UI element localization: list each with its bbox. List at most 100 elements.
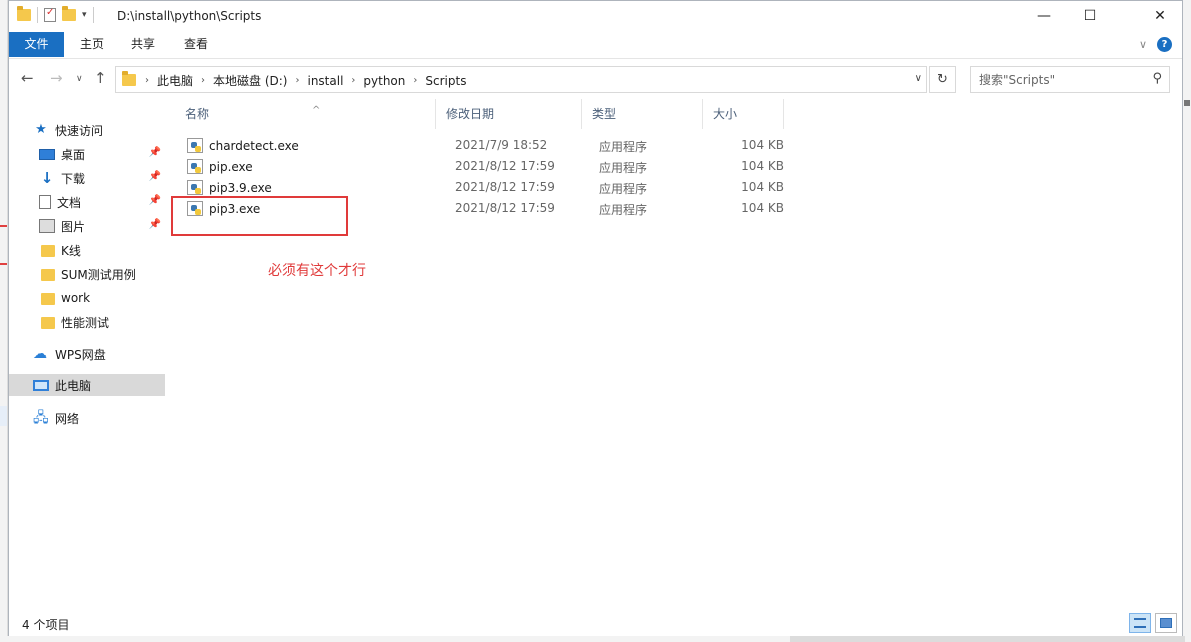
breadcrumb-this-pc[interactable]: 此电脑 bbox=[152, 72, 198, 89]
file-list-pane: ^ 名称 修改日期 类型 大小 chardetect.exe 2021/7/9 … bbox=[169, 99, 1182, 609]
address-history-chevron-down-icon[interactable]: ∨ bbox=[915, 73, 922, 84]
sidebar-item-wps-cloud[interactable]: ☁ WPS网盘 bbox=[9, 343, 165, 365]
pin-icon[interactable]: 📌 bbox=[149, 219, 161, 230]
sidebar-item-label: 文档 bbox=[57, 195, 82, 210]
column-header-label: 名称 bbox=[185, 107, 210, 121]
breadcrumb-install[interactable]: install bbox=[302, 74, 348, 88]
sidebar-item-desktop[interactable]: 桌面 📌 bbox=[9, 143, 165, 165]
column-header-name[interactable]: ^ 名称 bbox=[176, 99, 436, 129]
download-icon: ↓ bbox=[40, 169, 54, 187]
file-type: 应用程序 bbox=[599, 140, 648, 154]
picture-icon bbox=[39, 219, 55, 233]
sidebar-item-quick-access[interactable]: ★ 快速访问 bbox=[9, 119, 165, 141]
maximize-button[interactable]: ☐ bbox=[1067, 1, 1113, 31]
view-switcher bbox=[1129, 613, 1177, 633]
breadcrumb-local-disk[interactable]: 本地磁盘 (D:) bbox=[208, 72, 292, 89]
new-folder-icon[interactable] bbox=[62, 6, 76, 21]
large-icons-view-button[interactable] bbox=[1155, 613, 1177, 633]
sidebar-item-documents[interactable]: 文档 📌 bbox=[9, 191, 165, 213]
sidebar-item-sum-test-cases[interactable]: SUM测试用例 bbox=[9, 263, 165, 285]
search-input[interactable] bbox=[971, 67, 1141, 92]
sidebar-item-work[interactable]: work bbox=[9, 287, 165, 309]
chevron-right-icon[interactable]: › bbox=[292, 75, 302, 86]
separator bbox=[37, 7, 38, 23]
sidebar-item-label: SUM测试用例 bbox=[61, 267, 136, 282]
background-window-strip bbox=[0, 0, 8, 642]
sidebar-item-this-pc[interactable]: 此电脑 bbox=[9, 374, 165, 396]
forward-arrow-icon[interactable]: → bbox=[50, 69, 63, 87]
pin-icon[interactable]: 📌 bbox=[149, 147, 161, 158]
pin-icon[interactable]: 📌 bbox=[149, 171, 161, 182]
breadcrumb-scripts[interactable]: Scripts bbox=[420, 74, 471, 88]
chevron-right-icon[interactable]: › bbox=[348, 75, 358, 86]
sidebar-item-downloads[interactable]: ↓ 下载 📌 bbox=[9, 167, 165, 189]
folder-icon bbox=[41, 293, 55, 305]
network-icon: 🖧 bbox=[33, 410, 49, 426]
recent-locations-chevron-down-icon[interactable]: ∨ bbox=[76, 74, 83, 84]
file-explorer-window: ▾ D:\install\python\Scripts — ☐ ✕ 文件 主页 … bbox=[8, 0, 1183, 636]
python-exe-icon bbox=[187, 180, 203, 195]
breadcrumb: › 此电脑 › 本地磁盘 (D:) › install › python › S… bbox=[142, 72, 471, 89]
separator bbox=[92, 7, 94, 23]
sidebar-item-label: work bbox=[61, 291, 91, 305]
chevron-right-icon[interactable]: › bbox=[198, 75, 208, 86]
close-button[interactable]: ✕ bbox=[1137, 1, 1183, 31]
status-bar: 4 个项目 bbox=[9, 611, 1182, 636]
sidebar-item-k-line[interactable]: K线 bbox=[9, 239, 165, 261]
file-row[interactable]: pip.exe 2021/8/12 17:59 应用程序 104 KB bbox=[176, 156, 786, 177]
details-view-button[interactable] bbox=[1129, 613, 1151, 633]
file-size: 104 KB bbox=[741, 159, 784, 173]
background-scrollbar-thumb bbox=[790, 636, 1185, 642]
tab-view[interactable]: 查看 bbox=[170, 32, 222, 57]
cloud-icon: ☁ bbox=[33, 346, 47, 362]
help-icon[interactable]: ? bbox=[1157, 37, 1172, 52]
file-size: 104 KB bbox=[741, 138, 784, 152]
background-scrollbar bbox=[1183, 0, 1191, 642]
sidebar-item-pictures[interactable]: 图片 📌 bbox=[9, 215, 165, 237]
tab-file[interactable]: 文件 bbox=[9, 32, 64, 57]
sidebar-item-label: 桌面 bbox=[61, 147, 86, 162]
tab-share[interactable]: 共享 bbox=[117, 32, 169, 57]
file-type: 应用程序 bbox=[599, 182, 648, 196]
properties-icon[interactable] bbox=[44, 7, 56, 22]
refresh-button[interactable]: ↻ bbox=[929, 66, 956, 93]
pin-icon[interactable]: 📌 bbox=[149, 195, 161, 206]
file-date: 2021/8/12 17:59 bbox=[455, 159, 555, 173]
up-arrow-icon[interactable]: ↑ bbox=[94, 69, 107, 87]
computer-icon bbox=[33, 379, 49, 391]
file-row[interactable]: pip3.9.exe 2021/8/12 17:59 应用程序 104 KB bbox=[176, 177, 786, 198]
search-box[interactable]: ⚲ bbox=[970, 66, 1170, 93]
sidebar-item-performance-test[interactable]: 性能测试 bbox=[9, 311, 165, 333]
chevron-right-icon[interactable]: › bbox=[142, 75, 152, 86]
details-view-icon bbox=[1134, 618, 1146, 628]
sidebar-item-label: 快速访问 bbox=[55, 123, 104, 138]
tab-home[interactable]: 主页 bbox=[66, 32, 118, 57]
document-icon bbox=[39, 195, 51, 209]
file-name: pip3.9.exe bbox=[209, 180, 272, 195]
expand-ribbon-chevron-down-icon[interactable]: ∨ bbox=[1139, 38, 1147, 51]
back-arrow-icon[interactable]: ← bbox=[21, 69, 34, 87]
customize-toolbar-chevron-down-icon[interactable]: ▾ bbox=[82, 10, 87, 20]
minimize-button[interactable]: — bbox=[1021, 1, 1067, 31]
python-exe-icon bbox=[187, 159, 203, 174]
ribbon-controls: ∨ ? bbox=[1139, 37, 1172, 52]
column-header-size[interactable]: 大小 bbox=[704, 99, 784, 129]
file-date: 2021/8/12 17:59 bbox=[455, 180, 555, 194]
address-bar[interactable]: › 此电脑 › 本地磁盘 (D:) › install › python › S… bbox=[115, 66, 927, 93]
sidebar-item-network[interactable]: 🖧 网络 bbox=[9, 407, 165, 429]
item-count: 4 个项目 bbox=[22, 618, 70, 632]
column-header-date-modified[interactable]: 修改日期 bbox=[437, 99, 582, 129]
annotation-highlight-box bbox=[171, 196, 348, 236]
column-header-type[interactable]: 类型 bbox=[583, 99, 703, 129]
search-icon[interactable]: ⚲ bbox=[1152, 71, 1162, 86]
file-date: 2021/7/9 18:52 bbox=[455, 138, 548, 152]
chevron-right-icon[interactable]: › bbox=[410, 75, 420, 86]
sidebar-item-label: 网络 bbox=[55, 411, 80, 426]
folder-icon bbox=[41, 245, 55, 257]
background-bottom-strip bbox=[0, 636, 1191, 642]
file-date: 2021/8/12 17:59 bbox=[455, 201, 555, 215]
file-row[interactable]: chardetect.exe 2021/7/9 18:52 应用程序 104 K… bbox=[176, 135, 786, 156]
sidebar-item-label: 性能测试 bbox=[61, 315, 110, 330]
breadcrumb-python[interactable]: python bbox=[358, 74, 410, 88]
sort-ascending-icon: ^ bbox=[312, 105, 321, 116]
